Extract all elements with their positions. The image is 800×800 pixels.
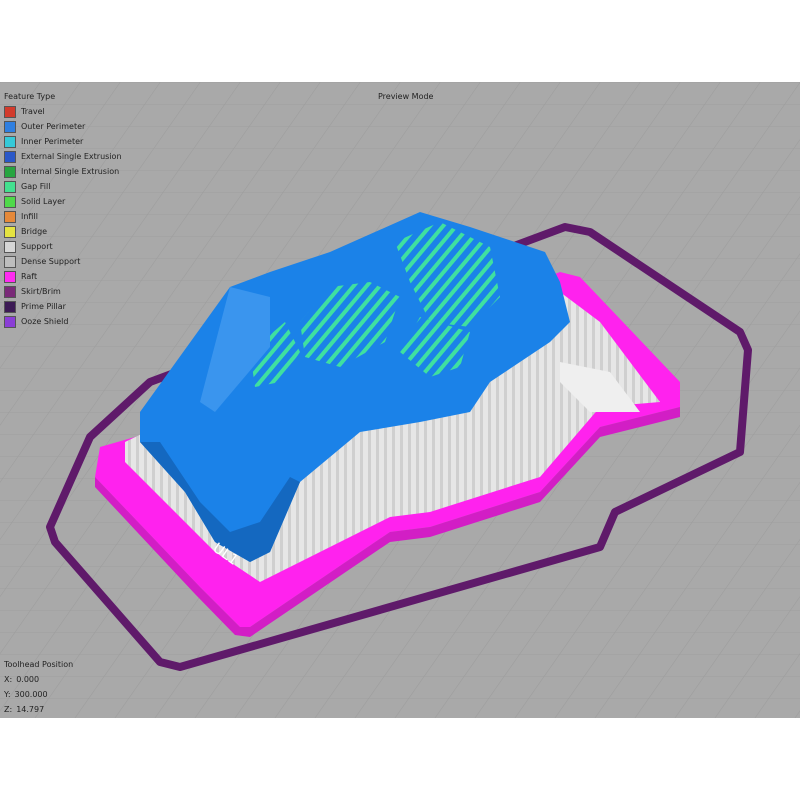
toolhead-title: Toolhead Position [4,660,74,669]
legend-label: Solid Layer [21,197,66,206]
feature-type-legend: Feature Type Travel Outer Perimeter Inner … [4,92,122,329]
toolhead-position: Toolhead Position X: 0.000 Y: 300.000 Z: 14… [4,657,73,717]
legend-swatch [4,105,16,118]
legend-label: Skirt/Brim [21,287,61,296]
legend-label: Gap Fill [21,182,51,191]
legend-item[interactable]: Raft [4,269,122,284]
toolhead-x: X: 0.000 [4,675,40,684]
legend-swatch [4,225,16,238]
legend-item[interactable]: Dense Support [4,254,122,269]
legend-item[interactable]: Outer Perimeter [4,119,122,134]
legend-item[interactable]: Internal Single Extrusion [4,164,122,179]
legend-swatch [4,165,16,178]
legend-item[interactable]: Infill [4,209,122,224]
legend-label: Inner Perimeter [21,137,84,146]
legend-item[interactable]: Travel [4,104,122,119]
legend-label: Ooze Shield [21,317,69,326]
preview-viewport[interactable]: UL1 Feature Type Travel Outer Perimeter In… [0,82,800,718]
legend-swatch [4,210,16,223]
legend-label: Raft [21,272,38,281]
legend-swatch [4,240,16,253]
legend-swatch [4,120,16,133]
legend-label: Outer Perimeter [21,122,86,131]
toolhead-z: Z: 14.797 [4,705,45,714]
legend-item[interactable]: Inner Perimeter [4,134,122,149]
legend-item[interactable]: Solid Layer [4,194,122,209]
toolhead-y: Y: 300.000 [4,690,48,699]
legend-label: Bridge [21,227,48,236]
legend-label: Support [21,242,53,251]
legend-title: Feature Type [4,92,56,101]
legend-item[interactable]: Support [4,239,122,254]
legend-item[interactable]: Gap Fill [4,179,122,194]
legend-swatch [4,180,16,193]
legend-label: Prime Pillar [21,302,66,311]
legend-item[interactable]: External Single Extrusion [4,149,122,164]
legend-label: Dense Support [21,257,81,266]
legend-label: External Single Extrusion [21,152,122,161]
legend-swatch [4,195,16,208]
legend-swatch [4,300,16,313]
legend-swatch [4,270,16,283]
legend-label: Infill [21,212,38,221]
legend-swatch [4,285,16,298]
legend-swatch [4,255,16,268]
legend-swatch [4,150,16,163]
legend-swatch [4,315,16,328]
legend-item[interactable]: Bridge [4,224,122,239]
legend-swatch [4,135,16,148]
legend-item[interactable]: Prime Pillar [4,299,122,314]
legend-label: Internal Single Extrusion [21,167,120,176]
preview-mode-label: Preview Mode [378,92,434,101]
legend-item[interactable]: Skirt/Brim [4,284,122,299]
legend-item[interactable]: Ooze Shield [4,314,122,329]
legend-label: Travel [21,107,45,116]
